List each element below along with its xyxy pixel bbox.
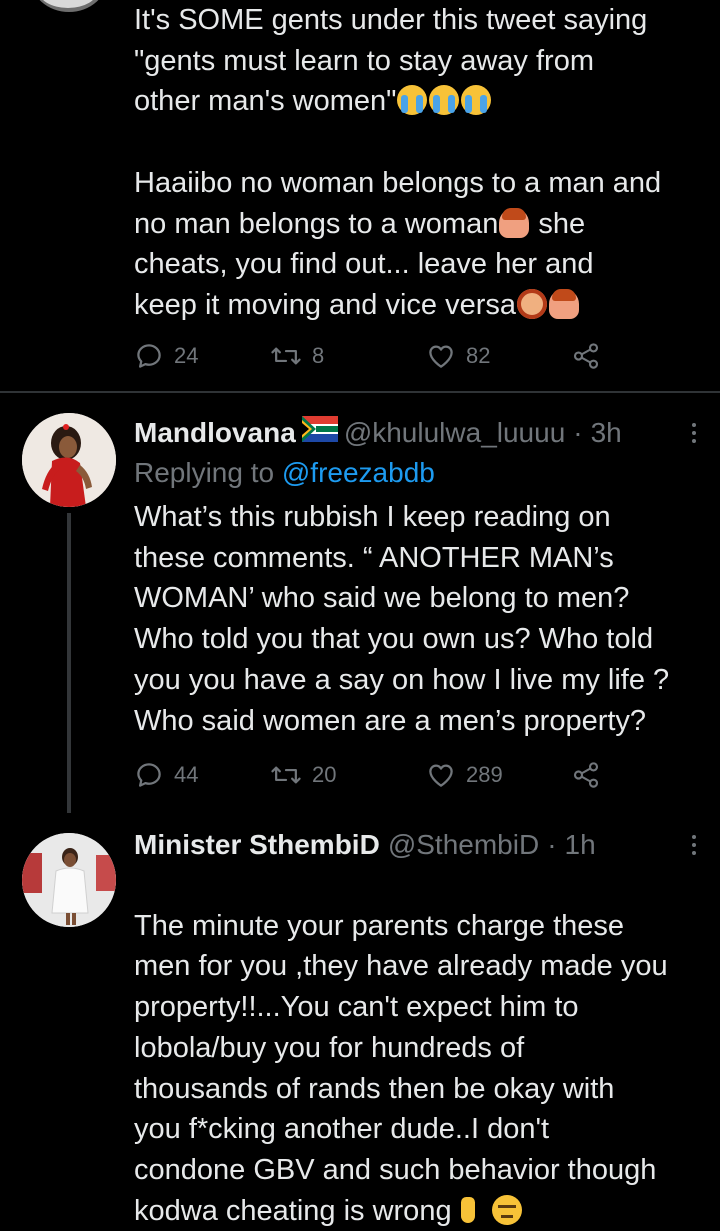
dot-separator: · xyxy=(547,829,557,860)
retweet-button[interactable]: 20 xyxy=(270,757,336,793)
tweet-text: The minute your parents charge these men… xyxy=(134,909,668,1227)
crossed-fingers-emoji-icon xyxy=(453,1195,483,1225)
tweet-text-line: It's SOME gents under this tweet saying xyxy=(134,4,648,36)
avatar[interactable] xyxy=(22,413,116,507)
replying-to-label: Replying to xyxy=(134,457,275,488)
timestamp[interactable]: 3h xyxy=(591,413,622,453)
tweet-content: Minister SthembiD @SthembiD · 1h The min… xyxy=(134,825,706,1231)
south-africa-flag-icon xyxy=(301,413,338,453)
handle[interactable]: @khululwa_luuuu xyxy=(344,413,565,453)
display-name[interactable]: Mandlovana xyxy=(134,413,296,453)
loudly-crying-emoji-icon xyxy=(397,85,428,116)
dot-separator: · xyxy=(573,417,583,448)
tweet-text-line: cheats, you find out... leave her and xyxy=(134,248,594,281)
tweet-text-line: other man's women" xyxy=(134,85,397,118)
tweet-3[interactable]: Minister SthembiD @SthembiD · 1h The min… xyxy=(0,813,720,1227)
share-icon xyxy=(573,343,599,369)
tweet-text-line: no man belongs to a woman xyxy=(134,207,499,240)
replying-to: Replying to @freezabdb xyxy=(134,453,706,493)
reply-button[interactable]: 44 xyxy=(134,757,198,793)
reply-count: 24 xyxy=(174,343,199,368)
tweet-header: Minister SthembiD @SthembiD · 1h xyxy=(134,825,706,865)
like-count: 82 xyxy=(466,343,491,368)
reply-button[interactable]: 24 xyxy=(134,338,198,374)
reply-count: 44 xyxy=(174,762,199,787)
thread-line xyxy=(67,513,71,813)
tweet-text-word: she xyxy=(538,207,586,240)
tweet-text-line: Haaiibo no woman belongs to a man and xyxy=(134,166,662,199)
avatar[interactable] xyxy=(22,833,116,927)
person-gesturing-no-emoji-icon xyxy=(499,207,530,238)
profile-photo xyxy=(22,413,116,507)
more-icon[interactable] xyxy=(692,423,698,447)
like-icon xyxy=(429,345,453,368)
person-facepalming-emoji-icon xyxy=(517,288,548,319)
share-button[interactable] xyxy=(570,757,602,793)
person-gesturing-no-emoji-icon xyxy=(549,288,580,319)
replying-to-handle[interactable]: @freezabdb xyxy=(282,457,435,488)
like-icon xyxy=(429,764,453,787)
retweet-count: 20 xyxy=(312,762,337,787)
like-count: 289 xyxy=(466,762,503,787)
reply-icon xyxy=(137,344,161,368)
retweet-icon xyxy=(271,766,301,784)
handle[interactable]: @SthembiD xyxy=(388,825,539,865)
loudly-crying-emoji-icon xyxy=(461,85,492,116)
retweet-button[interactable]: 8 xyxy=(270,338,324,374)
tweet-text: What’s this rubbish I keep reading on th… xyxy=(134,501,670,737)
timestamp[interactable]: 1h xyxy=(565,825,596,865)
share-icon xyxy=(573,762,599,788)
loudly-crying-emoji-icon xyxy=(429,85,460,116)
like-button[interactable]: 289 xyxy=(426,757,503,793)
tweet-body: It's SOME gents under this tweet saying … xyxy=(134,0,706,326)
like-button[interactable]: 82 xyxy=(426,338,490,374)
profile-photo xyxy=(22,833,116,927)
reply-icon xyxy=(137,763,161,787)
unamused-face-emoji-icon xyxy=(491,1194,522,1225)
retweet-icon xyxy=(271,347,301,365)
more-icon[interactable] xyxy=(692,835,698,859)
tweet-header: Mandlovana @khululwa_luuuu · 3h xyxy=(134,413,706,453)
tweet-1[interactable]: It's SOME gents under this tweet saying … xyxy=(0,0,720,392)
retweet-count: 8 xyxy=(312,343,325,368)
tweet-2[interactable]: Mandlovana @khululwa_luuuu · 3h Replying… xyxy=(0,393,720,813)
tweet-content: Mandlovana @khululwa_luuuu · 3h Replying… xyxy=(134,413,706,741)
tweet-actions: 24 8 82 xyxy=(134,338,614,374)
share-button[interactable] xyxy=(570,338,602,374)
display-name[interactable]: Minister SthembiD xyxy=(134,825,380,865)
tweet-actions: 44 20 289 xyxy=(134,757,614,793)
tweet-text-line: "gents must learn to stay away from xyxy=(134,44,594,77)
tweet-text-line: keep it moving and vice versa xyxy=(134,288,517,321)
